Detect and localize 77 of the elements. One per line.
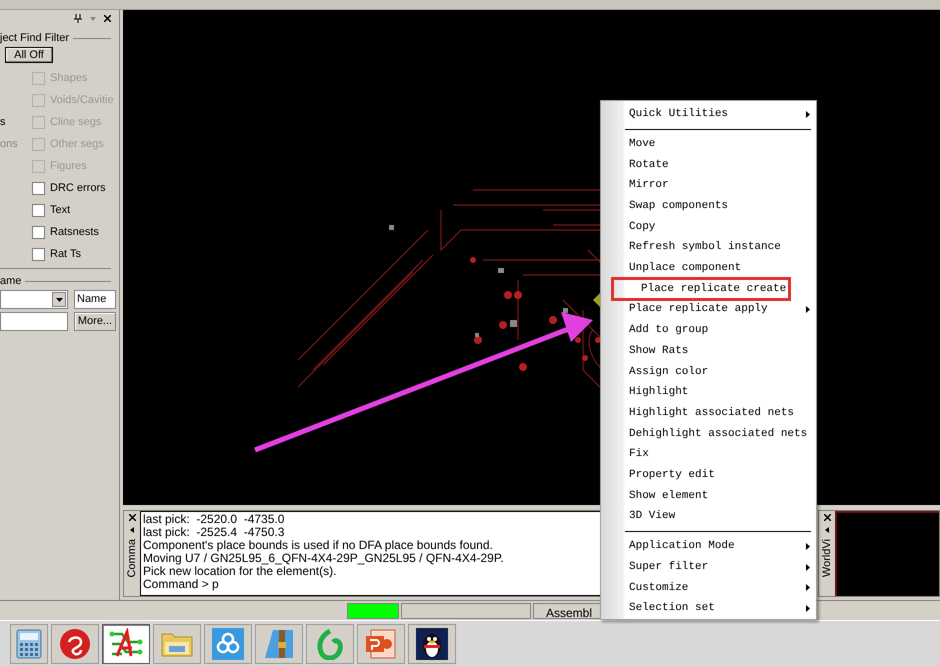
collapse-arrow-icon[interactable] (130, 527, 134, 533)
swirl-logo-icon (59, 628, 91, 660)
menu-item[interactable]: Show Rats (601, 340, 816, 362)
more-button[interactable]: More... (74, 312, 116, 331)
close-icon[interactable] (128, 514, 136, 521)
dropdown-arrow-icon[interactable] (90, 16, 96, 20)
command-line: last pick: -2520.0 -4735.0 (143, 513, 284, 526)
command-line: last pick: -2525.4 -4750.3 (143, 526, 284, 539)
checkbox[interactable] (32, 226, 45, 238)
menu-item[interactable]: Property edit (601, 464, 816, 486)
menu-item[interactable]: Customize (601, 577, 816, 598)
submenu-arrow-icon (806, 110, 810, 118)
combo-box[interactable] (0, 290, 68, 309)
menu-item[interactable]: Super filter (601, 556, 816, 578)
menu-item[interactable]: Swap components (601, 196, 816, 217)
command-line: Pick new location for the element(s). (143, 565, 336, 578)
filter-label: Other segs (50, 136, 104, 152)
submenu-arrow-icon (806, 605, 810, 612)
menu-item[interactable]: Quick Utilities (601, 104, 816, 125)
panel-tab-label[interactable]: WorldVi (821, 539, 833, 578)
filter-label: ons (0, 136, 18, 152)
taskbar-button[interactable] (102, 624, 150, 664)
menu-item[interactable]: Highlight associated nets (601, 402, 816, 424)
panel-tab-label[interactable]: Comma (126, 539, 138, 578)
menu-item[interactable]: 3D View (601, 506, 816, 528)
filter-label: Voids/Cavitie (50, 92, 114, 108)
filter-label: Text (50, 202, 70, 218)
group-label: ject Find Filter (0, 32, 70, 44)
submenu-arrow-icon (806, 584, 810, 592)
submenu-arrow-icon (806, 542, 810, 550)
command-line: Moving U7 / GN25L95_6_QFN-4X4-29P_GN25L95 / QFN-4X4-29P. (143, 552, 504, 565)
collapse-arrow-icon[interactable] (825, 527, 829, 533)
all-off-button[interactable]: All Off (5, 47, 53, 63)
checkbox[interactable] (32, 204, 45, 216)
close-icon[interactable] (104, 15, 111, 22)
filter-label: Figures (50, 158, 87, 174)
command-line: Component's place bounds is used if no DFA place bounds found. (143, 539, 493, 552)
menu-item[interactable]: Highlight (601, 382, 816, 403)
menu-item[interactable]: Place replicate apply (601, 299, 816, 320)
cloud-icon (212, 628, 244, 660)
filter-label: Ratsnests (50, 224, 99, 240)
menu-item[interactable]: Mirror (601, 175, 816, 196)
filter-label: Rat Ts (50, 246, 81, 262)
menu-item[interactable]: Fix (601, 444, 816, 465)
loop-logo-icon (315, 628, 345, 660)
filter-label: Shapes (50, 70, 88, 86)
menu-item[interactable]: Place replicate create (613, 278, 789, 300)
archive-icon (263, 628, 295, 660)
close-icon[interactable] (824, 514, 830, 521)
menu-item[interactable]: Assign color (601, 361, 816, 382)
menu-item[interactable]: Selection set (601, 598, 816, 619)
taskbar-button[interactable] (408, 624, 456, 664)
menu-item[interactable]: Copy (601, 216, 816, 238)
name-input-field[interactable] (0, 312, 68, 331)
slides-icon (365, 628, 397, 658)
menu-item[interactable]: Rotate (601, 154, 816, 176)
calculator-icon (16, 628, 42, 658)
menu-item[interactable]: Unplace component (601, 258, 816, 279)
sort-dropdown[interactable]: Name (74, 290, 116, 309)
menu-item[interactable]: Add to group (601, 320, 816, 341)
submenu-arrow-icon (806, 564, 810, 571)
submenu-arrow-icon (806, 306, 810, 314)
filter-label: Cline segs (50, 114, 102, 130)
command-line: Command > p (143, 578, 219, 591)
checkbox[interactable] (32, 248, 45, 260)
pcb-app-icon (109, 628, 143, 660)
menu-item[interactable]: Dehighlight associated nets (601, 424, 816, 444)
pin-icon[interactable] (74, 14, 82, 23)
filter-label: DRC errors (50, 180, 106, 196)
penguin-icon (416, 628, 448, 660)
menu-item[interactable]: Move (601, 134, 816, 154)
menu-item[interactable]: Refresh symbol instance (601, 237, 816, 258)
filter-label: s (0, 114, 6, 130)
menu-item[interactable]: Application Mode (601, 536, 816, 557)
menu-item[interactable]: Show element (601, 486, 816, 506)
group-label: ame (0, 275, 22, 287)
checkbox[interactable] (32, 182, 45, 194)
